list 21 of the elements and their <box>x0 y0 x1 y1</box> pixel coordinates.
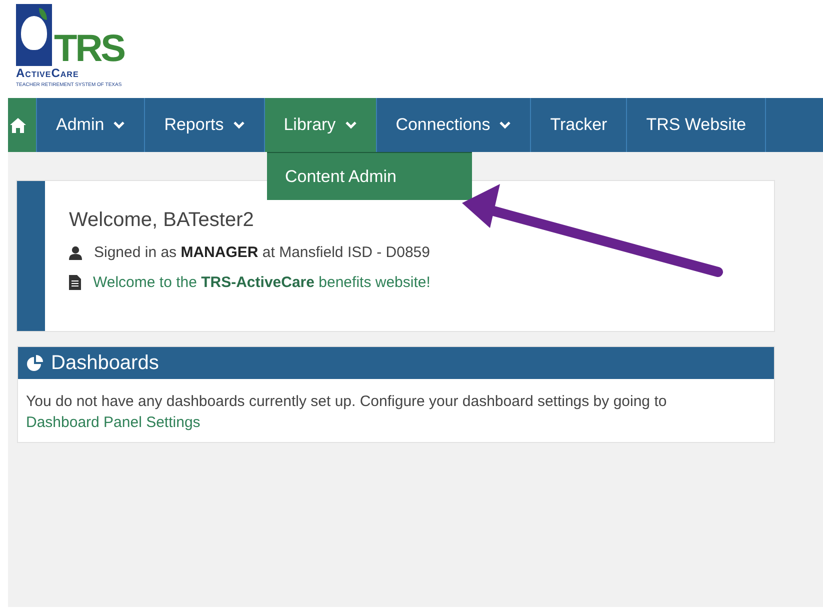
settings-link[interactable]: Dashboard Panel Settings <box>26 414 200 431</box>
signed-in-text: Signed in as MANAGER at Mansfield ISD - D0859 <box>94 244 430 261</box>
nav-tab[interactable]: Connections <box>376 98 532 152</box>
home-icon <box>10 118 26 132</box>
caret-icon <box>113 121 126 129</box>
user-icon <box>69 246 82 260</box>
logo-subtitle: ActiveCare <box>16 67 79 79</box>
home-tab[interactable] <box>8 98 37 152</box>
dashboard-message: You do not have any dashboards currently set up. Configure your dashboard settings by going to <box>26 393 667 410</box>
caret-icon <box>344 121 357 129</box>
logo-title: TRS <box>54 30 124 68</box>
welcome-text: Welcome to the TRS-ActiveCare benefits website! <box>93 274 430 291</box>
caret-icon <box>232 121 245 129</box>
nav-tab[interactable]: Library <box>264 98 377 152</box>
caret-icon <box>499 121 512 129</box>
welcome-heading: Welcome, BATester2 <box>69 209 255 232</box>
apple-logo-icon <box>15 4 53 66</box>
panel-title: Dashboards <box>51 352 159 374</box>
document-icon <box>69 275 81 290</box>
pie-chart-icon <box>27 355 43 371</box>
menu-item[interactable]: Content Admin <box>267 153 472 200</box>
